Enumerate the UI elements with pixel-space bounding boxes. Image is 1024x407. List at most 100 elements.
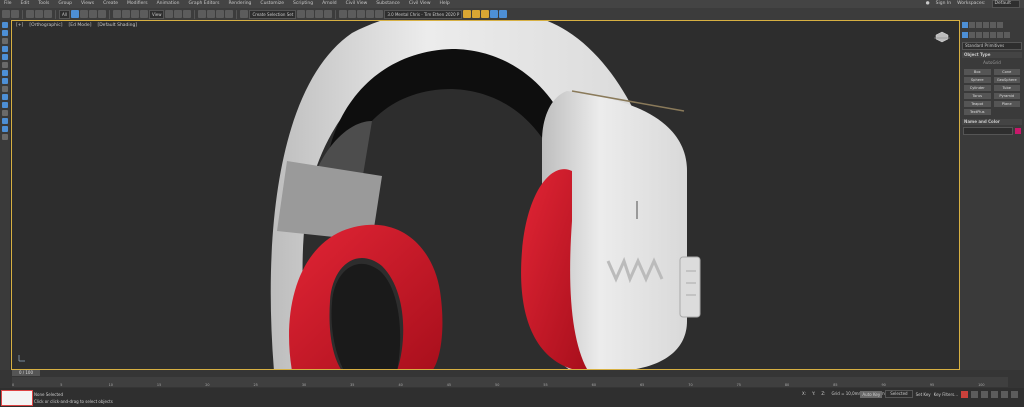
go-to-start-icon[interactable]	[971, 390, 978, 398]
sign-in-link[interactable]: Sign In	[936, 0, 951, 8]
menu-scripting[interactable]: Scripting	[289, 0, 318, 8]
rotate-icon[interactable]	[121, 10, 130, 18]
toggle-scene-explorer-icon[interactable]	[315, 10, 324, 18]
placement-icon[interactable]	[139, 10, 148, 18]
geometry-icon[interactable]	[962, 32, 968, 38]
systems-icon[interactable]	[1004, 32, 1010, 38]
selection-filter-dropdown[interactable]: All	[59, 9, 70, 19]
coord-x-label[interactable]: X:	[802, 391, 806, 396]
coord-y-label[interactable]: Y:	[812, 391, 815, 396]
container-icon[interactable]	[2, 38, 8, 44]
sphere-button[interactable]: Sphere	[964, 77, 991, 83]
utilities-icon[interactable]	[2, 126, 8, 132]
headphone-model[interactable]	[12, 21, 960, 370]
menu-rendering[interactable]: Rendering	[224, 0, 256, 8]
rectangular-selection-icon[interactable]	[88, 10, 97, 18]
user-icon[interactable]: ●	[926, 0, 930, 8]
play-icon[interactable]	[991, 390, 998, 398]
box-button[interactable]: Box	[964, 69, 991, 75]
viewcube-icon[interactable]	[933, 29, 951, 43]
menu-animation[interactable]: Animation	[153, 0, 185, 8]
render-preset-dropdown[interactable]: 3.0 Mental Chris - Tim Ethen 2020 P	[384, 9, 463, 19]
menu-graph-editors[interactable]: Graph Editors	[185, 0, 225, 8]
schematic-view-icon[interactable]	[348, 10, 357, 18]
tube-button[interactable]: Tube	[993, 85, 1020, 91]
scale-icon[interactable]	[130, 10, 139, 18]
activeshade-icon[interactable]	[481, 10, 490, 18]
cone-button[interactable]: Cone	[993, 69, 1020, 75]
layer-icon[interactable]	[2, 30, 8, 36]
selected-dropdown[interactable]: Selected	[885, 390, 913, 398]
time-slider[interactable]: 0 / 100	[12, 370, 40, 376]
teapot-button[interactable]: Teapot	[964, 101, 991, 107]
textplus-button[interactable]: TextPlus	[964, 109, 991, 115]
hierarchy-icon[interactable]	[2, 110, 8, 116]
toggle-layer-explorer-icon[interactable]	[324, 10, 333, 18]
undo-icon[interactable]	[2, 10, 10, 18]
torus-button[interactable]: Torus	[964, 93, 991, 99]
object-color-swatch[interactable]	[1015, 128, 1021, 134]
shapes-icon[interactable]	[969, 32, 975, 38]
coord-z-label[interactable]: Z:	[821, 391, 825, 396]
render-iterative-icon[interactable]	[472, 10, 481, 18]
redo-icon[interactable]	[11, 10, 19, 18]
menu-civil-view[interactable]: Civil View	[342, 0, 373, 8]
motion-tab-icon[interactable]	[983, 22, 989, 28]
motion-icon[interactable]	[2, 118, 8, 124]
link-icon[interactable]	[26, 10, 34, 18]
geosphere-button[interactable]: GeoSphere	[993, 77, 1020, 83]
render-setup-icon[interactable]	[366, 10, 375, 18]
render-production-icon[interactable]	[463, 10, 472, 18]
filter-icon[interactable]	[2, 78, 8, 84]
select-by-name-icon[interactable]	[79, 10, 88, 18]
curve-editor-icon[interactable]	[339, 10, 348, 18]
a360-gallery-icon[interactable]	[499, 10, 508, 18]
modifier-icon[interactable]	[2, 102, 8, 108]
menu-tools[interactable]: Tools	[34, 0, 54, 8]
cylinder-button[interactable]: Cylinder	[964, 85, 991, 91]
previous-frame-icon[interactable]	[981, 390, 988, 398]
go-to-end-icon[interactable]	[1011, 390, 1018, 398]
hierarchy-tab-icon[interactable]	[976, 22, 982, 28]
pyramid-button[interactable]: Pyramid	[993, 93, 1020, 99]
menu-create[interactable]: Create	[99, 0, 123, 8]
workspace-dropdown[interactable]: Default	[991, 0, 1020, 8]
create-icon[interactable]	[2, 22, 8, 28]
menu-edit[interactable]: Edit	[17, 0, 35, 8]
snaps-toggle-icon[interactable]	[198, 10, 207, 18]
utilities-tab-icon[interactable]	[997, 22, 1003, 28]
reference-coordinate-dropdown[interactable]: View	[148, 9, 165, 19]
freeze-icon[interactable]	[2, 54, 8, 60]
named-selection-dropdown[interactable]: Create Selection Set	[249, 9, 297, 19]
edit-named-selection-icon[interactable]	[240, 10, 249, 18]
track-bar[interactable]: 0 5 10 15 20 25 30 35 40 45 50 55 60 65 70 75 80 85 90 95 10…	[12, 377, 1008, 387]
isolate-icon[interactable]	[2, 46, 8, 52]
key-filters-button[interactable]: Key Filters...	[934, 392, 958, 397]
object-type-rollout[interactable]: Object Type	[962, 52, 1022, 58]
align-icon[interactable]	[306, 10, 315, 18]
primitive-category-dropdown[interactable]: Standard Primitives	[962, 42, 1022, 50]
autogrid-checkbox[interactable]: AutoGrid	[960, 60, 1024, 65]
set-key-icon[interactable]	[961, 390, 968, 398]
scene-icon[interactable]	[2, 134, 8, 140]
menu-help[interactable]: Help	[436, 0, 455, 8]
hide-icon[interactable]	[2, 62, 8, 68]
angle-snap-icon[interactable]	[207, 10, 216, 18]
unlink-icon[interactable]	[35, 10, 43, 18]
select-manipulate-icon[interactable]	[174, 10, 183, 18]
mirror-icon[interactable]	[297, 10, 306, 18]
menu-views[interactable]: Views	[77, 0, 99, 8]
bind-space-warp-icon[interactable]	[44, 10, 52, 18]
modify-tab-icon[interactable]	[969, 22, 975, 28]
menu-file[interactable]: File	[0, 0, 17, 8]
window-crossing-icon[interactable]	[97, 10, 106, 18]
plane-button[interactable]: Plane	[993, 101, 1020, 107]
percent-snap-icon[interactable]	[216, 10, 225, 18]
set-key-button[interactable]: Set Key	[916, 392, 931, 397]
lights-icon[interactable]	[976, 32, 982, 38]
create-tab-icon[interactable]	[962, 22, 968, 28]
cameras-icon[interactable]	[983, 32, 989, 38]
display-icon[interactable]	[2, 70, 8, 76]
space-warps-icon[interactable]	[997, 32, 1003, 38]
xref-icon[interactable]	[2, 86, 8, 92]
